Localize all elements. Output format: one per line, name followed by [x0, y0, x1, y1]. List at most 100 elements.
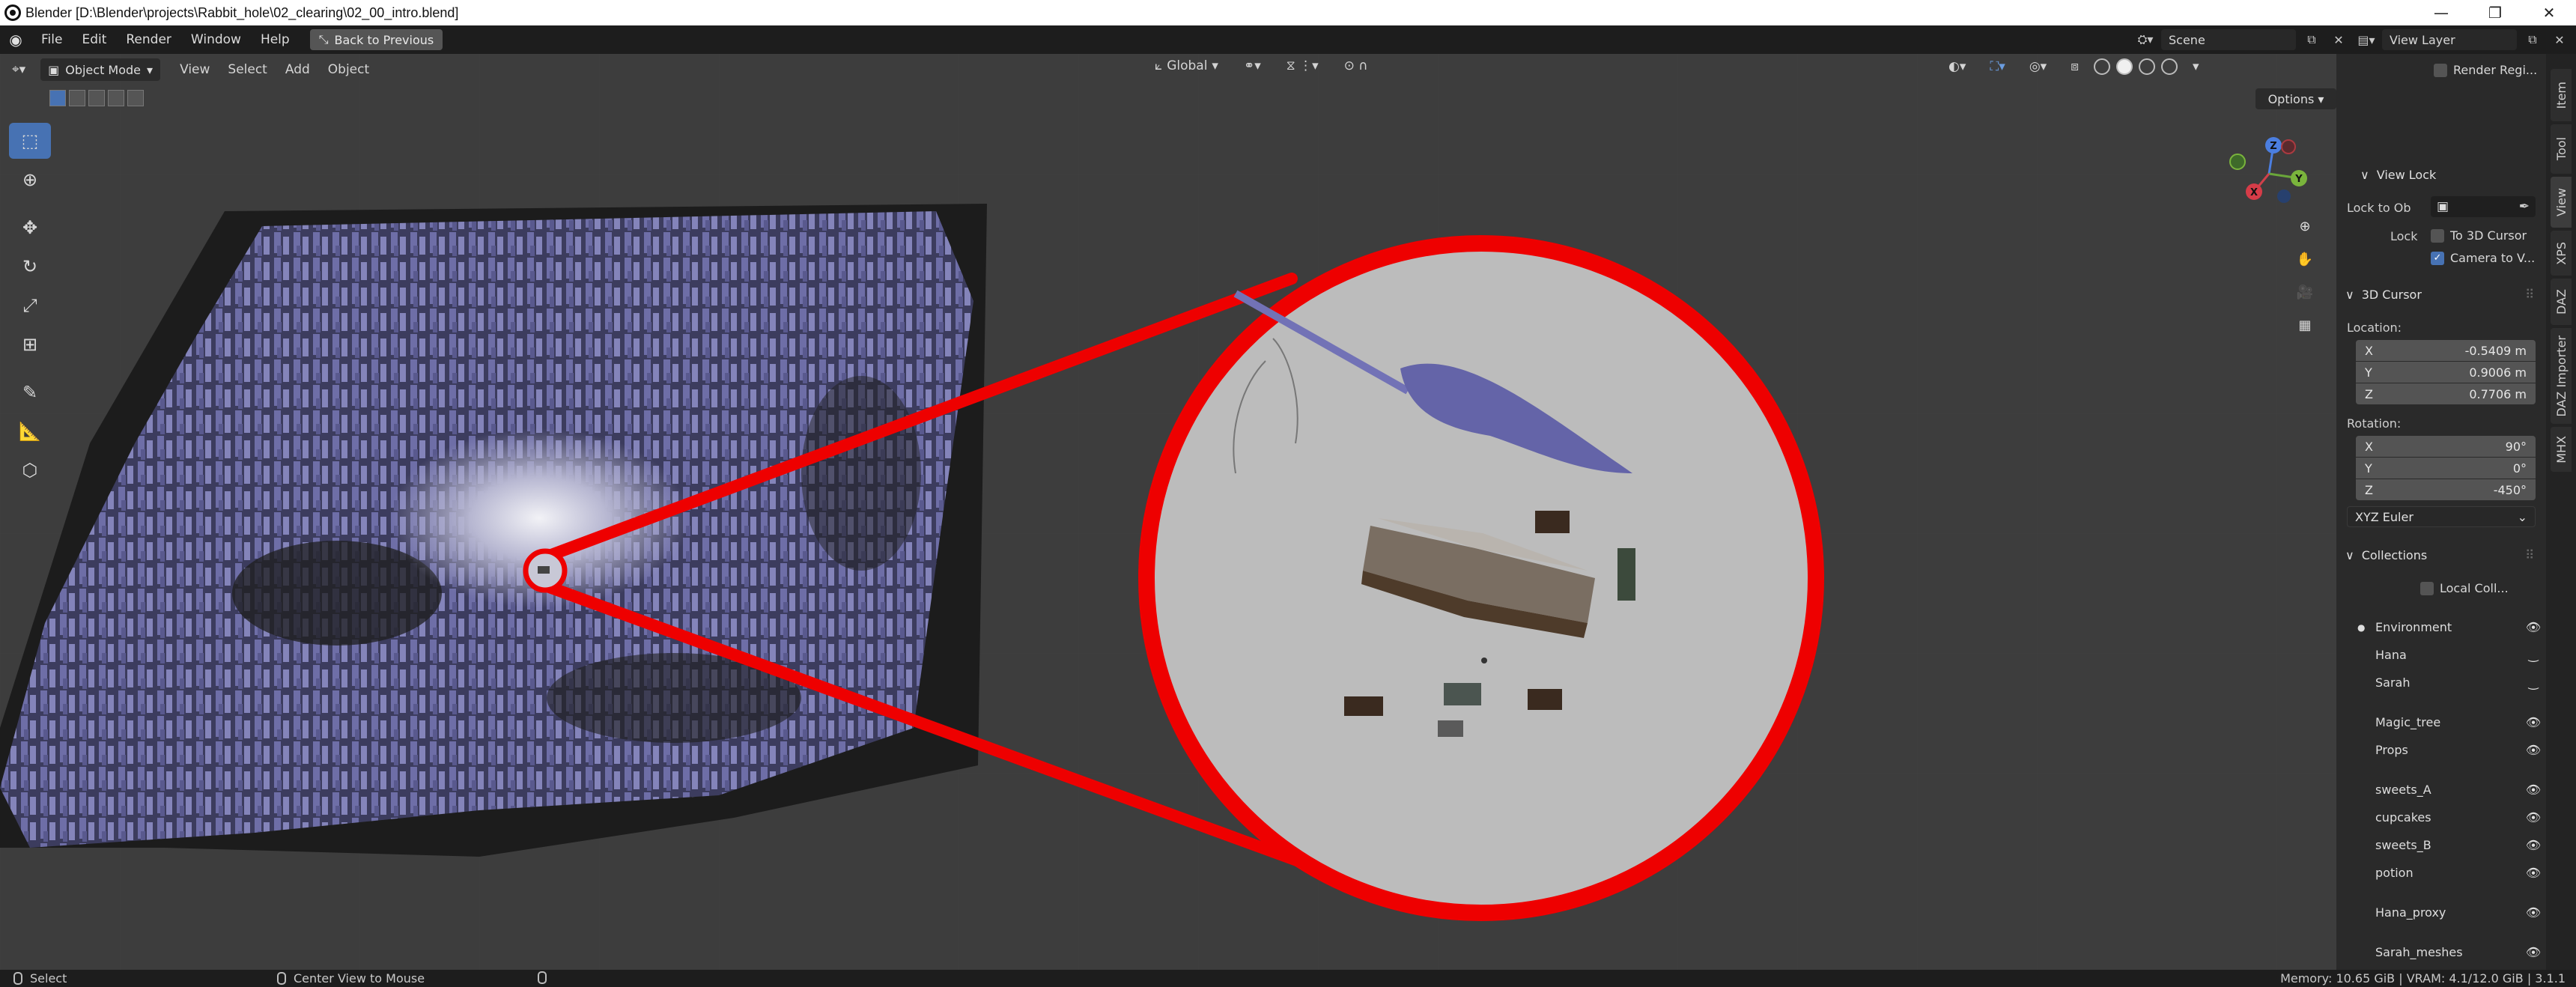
zoom-icon[interactable]: ⊕ [2291, 213, 2318, 240]
overlay-icon[interactable]: ◎▾ [2020, 59, 2056, 74]
options-button[interactable]: Options ▾ [2255, 88, 2336, 109]
xray-icon[interactable]: ⧈ [2062, 59, 2088, 74]
mode-selector[interactable]: ▣ Object Mode ▾ [40, 58, 161, 81]
view-layer-field[interactable]: View Layer [2382, 29, 2517, 50]
new-view-layer-icon[interactable]: ⧉ [2521, 29, 2544, 50]
delete-view-layer-icon[interactable]: ✕ [2548, 29, 2571, 50]
location-z-field[interactable]: Z 0.7706 m [2356, 383, 2536, 404]
visibility-icon[interactable]: ◐▾ [1939, 59, 1975, 74]
rotate-tool-icon[interactable]: ↻ [9, 249, 51, 285]
collection-item[interactable]: Hana_proxy 👁 [2375, 905, 2542, 920]
3d-viewport[interactable]: ⌖▾ ▣ Object Mode ▾ View Select Add Objec… [0, 54, 2336, 970]
to-3d-cursor-checkbox[interactable]: To 3D Cursor [2431, 228, 2527, 243]
snap-icon[interactable]: ⧖ ⋮▾ [1278, 58, 1328, 73]
tab-mhx[interactable]: MHX [2551, 427, 2572, 472]
scene-icon[interactable]: ⛭▾ [2134, 29, 2157, 50]
render-region-checkbox[interactable]: Render Regi... [2434, 63, 2537, 77]
annotate-tool-icon[interactable]: ✎ [9, 374, 51, 410]
eye-icon[interactable]: 👁 [2525, 715, 2542, 729]
menu-window[interactable]: Window [181, 32, 251, 47]
view-lock-title[interactable]: ∨ View Lock [2360, 168, 2436, 182]
rendered-shading-icon[interactable] [2161, 58, 2178, 75]
restore-button[interactable]: ❐ [2468, 0, 2522, 25]
chevron-down-icon[interactable]: ▾ [2184, 59, 2208, 74]
collection-item[interactable]: Magic_tree 👁 [2375, 715, 2542, 729]
collection-item[interactable]: ● Environment 👁 [2357, 620, 2542, 634]
eye-icon[interactable]: 👁 [2525, 743, 2542, 757]
rotation-y-field[interactable]: Y 0° [2356, 458, 2536, 479]
add-cube-tool-icon[interactable]: ⬡ [9, 452, 51, 488]
solid-shading-icon[interactable] [2116, 58, 2133, 75]
tab-xps[interactable]: XPS [2551, 231, 2572, 276]
gizmo-toggle-icon[interactable]: ⛶▾ [1981, 59, 2014, 74]
cursor-tool-icon[interactable]: ⊕ [9, 162, 51, 198]
collections-header[interactable]: ∨ Collections [2345, 548, 2427, 562]
collection-item[interactable]: Sarah_meshes 👁 [2375, 945, 2542, 959]
location-x-field[interactable]: X -0.5409 m [2356, 340, 2536, 361]
minimize-button[interactable]: — [2414, 0, 2468, 25]
measure-tool-icon[interactable]: 📐 [9, 413, 51, 449]
rotation-mode-select[interactable]: XYZ Euler ⌄ [2347, 506, 2536, 527]
eye-icon[interactable]: 👁 [2525, 783, 2542, 797]
3d-cursor-header[interactable]: ∨ 3D Cursor [2345, 288, 2422, 302]
local-collections-checkbox[interactable]: Local Coll... [2420, 581, 2509, 595]
tab-daz-importer[interactable]: DAZ Importer [2551, 328, 2572, 424]
eye-icon[interactable]: 👁 [2525, 620, 2542, 634]
tab-tool[interactable]: Tool [2551, 124, 2572, 174]
eye-icon[interactable]: 👁 [2525, 945, 2542, 959]
eye-closed-icon[interactable]: ‿ [2525, 648, 2542, 662]
drag-handle-icon[interactable]: ⠿ [2525, 548, 2534, 563]
tab-item[interactable]: Item [2551, 69, 2572, 121]
transform-tool-icon[interactable]: ⊞ [9, 327, 51, 362]
location-y-field[interactable]: Y 0.9006 m [2356, 362, 2536, 383]
collection-item[interactable]: Props 👁 [2375, 743, 2542, 757]
select-box-tool-icon[interactable]: ⬚ [9, 123, 51, 159]
select-subtract-icon[interactable] [88, 90, 105, 106]
viewport-menu-select[interactable]: Select [219, 62, 276, 77]
tab-view[interactable]: View [2551, 177, 2572, 228]
navigation-gizmo[interactable]: Z Y X [2224, 129, 2314, 219]
viewport-menu-view[interactable]: View [171, 62, 219, 77]
eye-icon[interactable]: 👁 [2525, 905, 2542, 920]
rotation-x-field[interactable]: X 90° [2356, 436, 2536, 457]
viewport-menu-object[interactable]: Object [319, 62, 378, 77]
close-button[interactable]: ✕ [2522, 0, 2576, 25]
menu-render[interactable]: Render [116, 32, 181, 47]
orientation-selector[interactable]: ⟀ Global ▾ [1146, 58, 1227, 73]
perspective-grid-icon[interactable]: ▦ [2291, 312, 2318, 338]
collection-item[interactable]: sweets_B 👁 [2375, 838, 2542, 852]
drag-handle-icon[interactable]: ⠿ [2525, 288, 2534, 303]
select-invert-icon[interactable] [108, 90, 124, 106]
menu-file[interactable]: File [31, 32, 72, 47]
editor-type-icon[interactable]: ⌖▾ [0, 62, 34, 77]
blender-logo-icon[interactable]: ◉ [0, 25, 31, 54]
eye-closed-icon[interactable]: ‿ [2525, 675, 2542, 690]
scene-name-field[interactable]: Scene [2161, 29, 2296, 50]
viewport-menu-add[interactable]: Add [276, 62, 319, 77]
move-tool-icon[interactable]: ✥ [9, 210, 51, 246]
delete-scene-icon[interactable]: ✕ [2327, 29, 2350, 50]
eye-icon[interactable]: 👁 [2525, 810, 2542, 824]
wireframe-shading-icon[interactable] [2094, 58, 2110, 75]
scale-tool-icon[interactable]: ⤢ [9, 288, 51, 324]
pan-hand-icon[interactable]: ✋ [2291, 246, 2318, 273]
menu-help[interactable]: Help [251, 32, 300, 47]
tab-daz[interactable]: DAZ [2551, 279, 2572, 325]
select-new-icon[interactable] [49, 90, 66, 106]
select-intersect-icon[interactable] [127, 90, 144, 106]
new-scene-icon[interactable]: ⧉ [2300, 29, 2323, 50]
camera-to-view-checkbox[interactable]: ✓ Camera to V... [2431, 251, 2535, 265]
collection-item[interactable]: Sarah ‿ [2375, 675, 2542, 690]
back-to-previous-button[interactable]: ⤡ Back to Previous [309, 29, 443, 50]
view-layer-icon[interactable]: ▤▾ [2355, 29, 2378, 50]
collection-item[interactable]: potion 👁 [2375, 866, 2542, 880]
eye-icon[interactable]: 👁 [2525, 838, 2542, 852]
lock-to-object-field[interactable]: ▣ ✒ [2431, 196, 2536, 217]
collection-item[interactable]: cupcakes 👁 [2375, 810, 2542, 824]
collection-item[interactable]: sweets_A 👁 [2375, 783, 2542, 797]
collection-item[interactable]: Hana ‿ [2375, 648, 2542, 662]
camera-view-icon[interactable]: 🎥 [2291, 279, 2318, 306]
select-extend-icon[interactable] [69, 90, 85, 106]
menu-edit[interactable]: Edit [72, 32, 116, 47]
rotation-z-field[interactable]: Z -450° [2356, 479, 2536, 500]
